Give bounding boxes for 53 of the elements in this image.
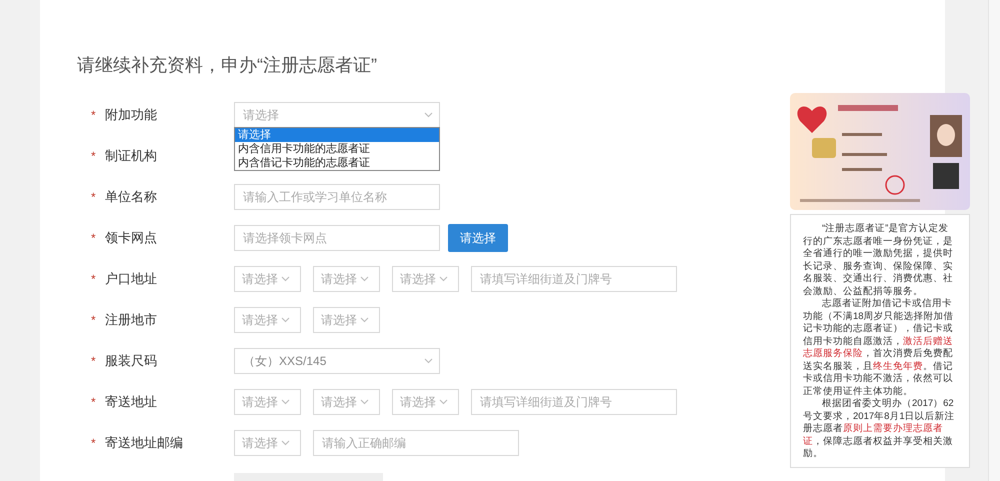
- dropdown-option[interactable]: 内含信用卡功能的志愿者证: [235, 142, 439, 156]
- select-field[interactable]: （女）XXS/145: [234, 348, 440, 374]
- chevron-down-icon: [439, 276, 448, 282]
- required-mark: *: [91, 270, 97, 288]
- select-field[interactable]: 请选择: [234, 430, 301, 456]
- input-field[interactable]: 请填写详细街道及门牌号: [471, 266, 677, 292]
- chevron-down-icon: [439, 398, 448, 404]
- chevron-down-icon: [424, 112, 433, 118]
- chevron-down-icon: [360, 398, 369, 404]
- field-label: 附加功能: [105, 106, 157, 124]
- chevron-down-icon: [424, 358, 433, 364]
- select-field[interactable]: 请选择: [234, 102, 440, 128]
- chevron-down-icon: [281, 440, 290, 446]
- select-field[interactable]: 请选择: [392, 388, 459, 414]
- required-mark: *: [91, 312, 97, 328]
- dropdown-option[interactable]: 内含借记卡功能的志愿者证: [235, 156, 439, 170]
- required-mark: *: [91, 148, 97, 164]
- select-field[interactable]: 请选择: [313, 266, 380, 292]
- field-label: 注册地市: [105, 310, 157, 329]
- input-field[interactable]: 请输入正确邮编: [313, 430, 519, 456]
- field-label: 户口地址: [105, 270, 157, 288]
- required-mark: *: [91, 394, 97, 410]
- input-field[interactable]: 请填写详细街道及门牌号: [471, 388, 677, 414]
- info-paragraph: “注册志愿者证”是官方认定发行的广东志愿者唯一身份凭证，是全省通行的唯一激励凭据，提供时长记录、服务查询、保险保障、实名服装、交通出行、消费优惠、社会激励、公益配捐等服务。: [803, 223, 954, 298]
- select-field[interactable]: 请选择: [234, 266, 301, 292]
- required-mark: *: [91, 230, 97, 246]
- input-field[interactable]: 请输入工作或学习单位名称: [234, 184, 440, 210]
- choose-button[interactable]: 请选择: [448, 224, 508, 252]
- required-mark: *: [91, 434, 97, 452]
- field-label: 寄送地址邮编: [105, 434, 183, 452]
- select-field[interactable]: 请选择: [392, 266, 459, 292]
- dropdown-option[interactable]: 请选择: [235, 128, 439, 142]
- page-title: 请继续补充资料，申办“注册志愿者证”: [77, 54, 377, 77]
- field-label: 单位名称: [105, 188, 157, 206]
- chevron-down-icon: [281, 398, 290, 404]
- required-mark: *: [91, 106, 97, 124]
- field-label: 寄送地址: [105, 392, 157, 411]
- field-label: 制证机构: [105, 146, 157, 165]
- select-field[interactable]: 请选择: [234, 388, 301, 414]
- select-field[interactable]: 请选择: [313, 388, 380, 414]
- chevron-down-icon: [281, 316, 290, 322]
- required-mark: *: [91, 352, 97, 370]
- input-field[interactable]: 请选择领卡网点: [234, 224, 440, 250]
- select-field[interactable]: 请选择: [313, 306, 380, 332]
- field-label: 服装尺码: [105, 352, 157, 370]
- chevron-down-icon: [360, 316, 369, 322]
- info-paragraph: 志愿者证附加借记卡或信用卡功能（不满18周岁只能选择附加借记卡功能的志愿者证），借记卡或信用卡功能自愿激活，激活后赠送志愿服务保险，首次消费后免费配送实名服装，且终生免年费。借记卡或信用卡功能不激活，依然可以正常使用证件主体功能。: [803, 298, 955, 398]
- field-label: 领卡网点: [105, 228, 157, 247]
- required-mark: *: [91, 188, 97, 206]
- info-paragraph: 根据团省委文明办（2017）62号文要求，2017年8月1日以后新注册志愿者原则上需要办理志愿者证，保障志愿者权益并享受相关激励。: [803, 398, 956, 460]
- select-field[interactable]: 请选择: [234, 306, 301, 332]
- chevron-down-icon: [281, 276, 290, 282]
- chevron-down-icon: [360, 276, 369, 282]
